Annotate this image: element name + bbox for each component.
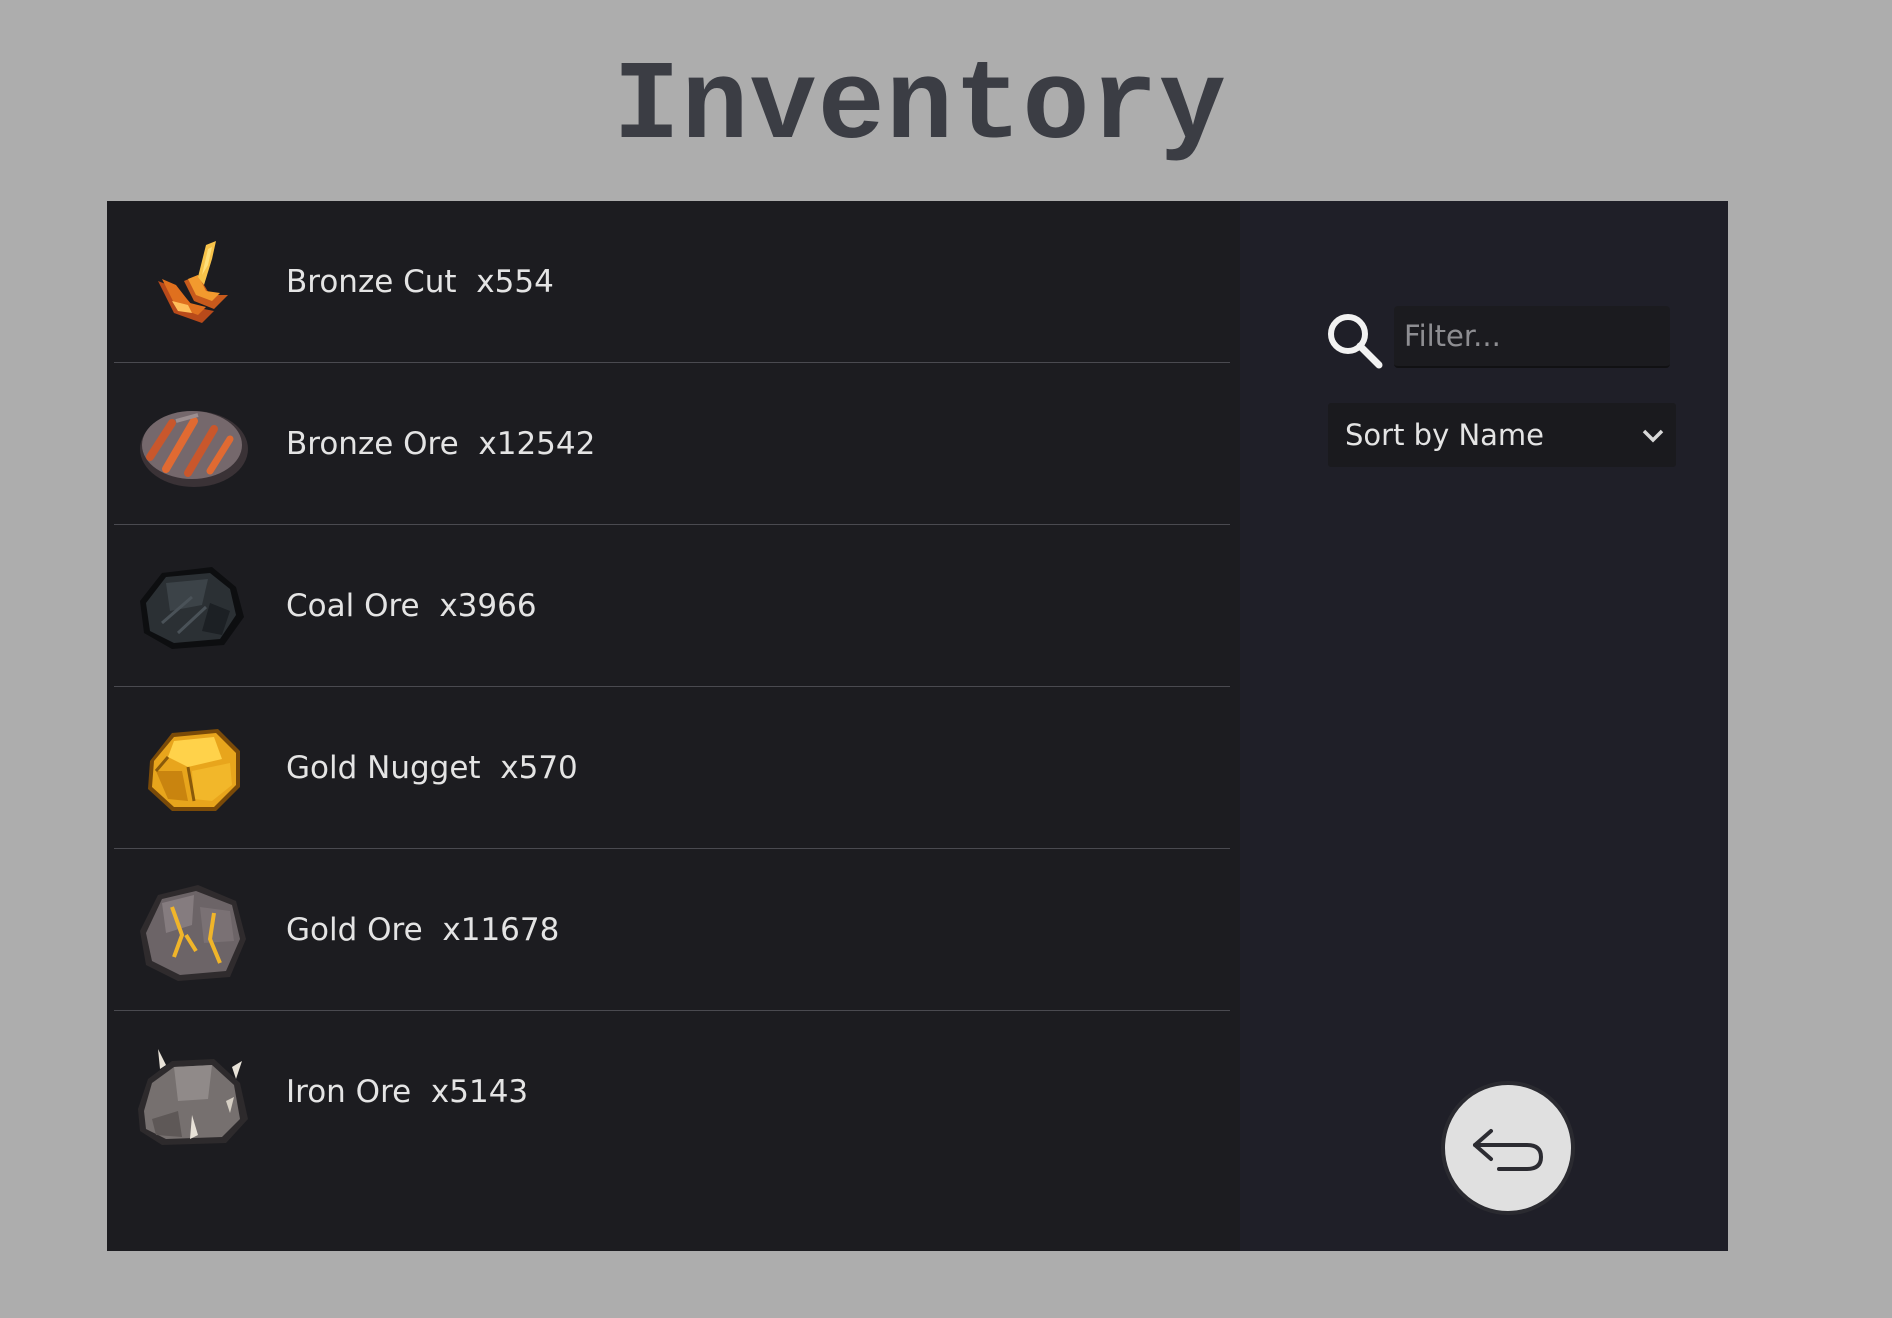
item-label: Bronze Cut x554 (286, 263, 554, 300)
item-label: Iron Ore x5143 (286, 1073, 529, 1110)
bronze-ore-icon (132, 391, 256, 497)
sort-selected-label: Sort by Name (1345, 418, 1545, 452)
list-item[interactable]: Iron Ore x5143 (114, 1011, 1230, 1172)
iron-ore-icon (132, 1039, 256, 1145)
item-label: Coal Ore x3966 (286, 587, 537, 624)
list-item[interactable]: Coal Ore x3966 (114, 525, 1230, 687)
filter-input[interactable] (1394, 306, 1670, 368)
list-item[interactable]: Bronze Cut x554 (114, 201, 1230, 363)
item-label: Gold Ore x11678 (286, 911, 560, 948)
search-icon (1328, 314, 1383, 369)
filter-bar (1324, 306, 1674, 370)
list-item[interactable]: Bronze Ore x12542 (114, 363, 1230, 525)
gold-ore-icon (132, 877, 256, 983)
back-arrow-icon (1473, 1129, 1544, 1171)
list-item[interactable]: Gold Nugget x570 (114, 687, 1230, 849)
chevron-down-icon (1642, 429, 1664, 443)
item-label: Gold Nugget x570 (286, 749, 578, 786)
page-title: Inventory (613, 44, 1227, 171)
list-item[interactable]: Gold Ore x11678 (114, 849, 1230, 1011)
coal-ore-icon (132, 553, 256, 659)
item-label: Bronze Ore x12542 (286, 425, 596, 462)
bronze-cut-icon (132, 229, 256, 335)
gold-nugget-icon (132, 715, 256, 821)
item-list: Bronze Cut x554 Bronze Ore x12542 Coal O… (114, 201, 1230, 1172)
back-button[interactable] (1441, 1081, 1575, 1215)
sort-dropdown[interactable]: Sort by Name (1328, 403, 1676, 467)
